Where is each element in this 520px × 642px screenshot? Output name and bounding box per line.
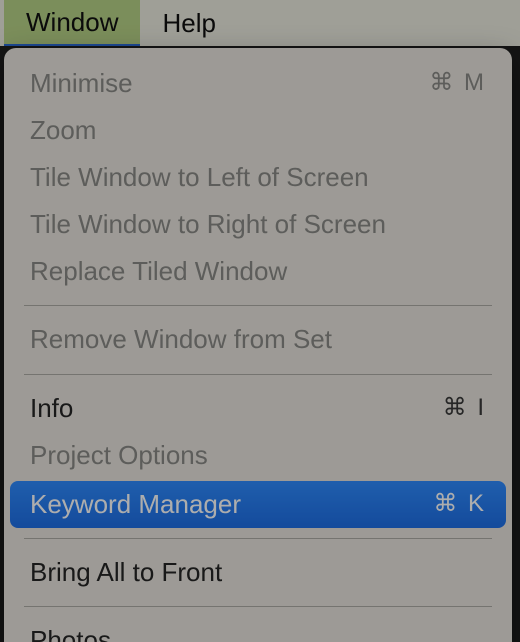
- menu-item-label: Tile Window to Left of Screen: [30, 160, 486, 195]
- menu-item-tile-left: Tile Window to Left of Screen: [10, 154, 506, 201]
- menu-item-info[interactable]: Info ⌘ I: [10, 385, 506, 432]
- menubar-item-help[interactable]: Help: [140, 0, 237, 46]
- menu-separator: [24, 538, 492, 539]
- menu-item-shortcut: ⌘ I: [443, 392, 486, 424]
- menu-item-label: Minimise: [30, 66, 429, 101]
- menu-item-project-options: Project Options: [10, 432, 506, 479]
- menu-item-label: Replace Tiled Window: [30, 254, 486, 289]
- menu-item-photos[interactable]: Photos: [10, 617, 506, 642]
- menu-item-label: Keyword Manager: [30, 487, 433, 522]
- menu-separator: [24, 305, 492, 306]
- menu-item-label: Photos: [30, 623, 486, 642]
- menu-item-label: Bring All to Front: [30, 555, 486, 590]
- menu-item-shortcut: ⌘ K: [433, 488, 486, 520]
- menu-item-remove-from-set: Remove Window from Set: [10, 316, 506, 363]
- menu-item-tile-right: Tile Window to Right of Screen: [10, 201, 506, 248]
- menubar: Window Help: [0, 0, 520, 46]
- window-menu-dropdown: Minimise ⌘ M Zoom Tile Window to Left of…: [4, 48, 512, 642]
- menu-item-label: Tile Window to Right of Screen: [30, 207, 486, 242]
- menu-item-label: Info: [30, 391, 443, 426]
- menu-item-replace-tiled: Replace Tiled Window: [10, 248, 506, 295]
- menu-item-zoom: Zoom: [10, 107, 506, 154]
- menubar-item-window[interactable]: Window: [4, 0, 140, 46]
- menu-item-shortcut: ⌘ M: [429, 67, 486, 99]
- menu-item-bring-all-to-front[interactable]: Bring All to Front: [10, 549, 506, 596]
- menu-item-label: Zoom: [30, 113, 486, 148]
- menu-item-label: Project Options: [30, 438, 486, 473]
- menu-item-label: Remove Window from Set: [30, 322, 486, 357]
- menu-item-minimise: Minimise ⌘ M: [10, 60, 506, 107]
- menu-separator: [24, 606, 492, 607]
- menu-item-keyword-manager[interactable]: Keyword Manager ⌘ K: [10, 481, 506, 528]
- menu-separator: [24, 374, 492, 375]
